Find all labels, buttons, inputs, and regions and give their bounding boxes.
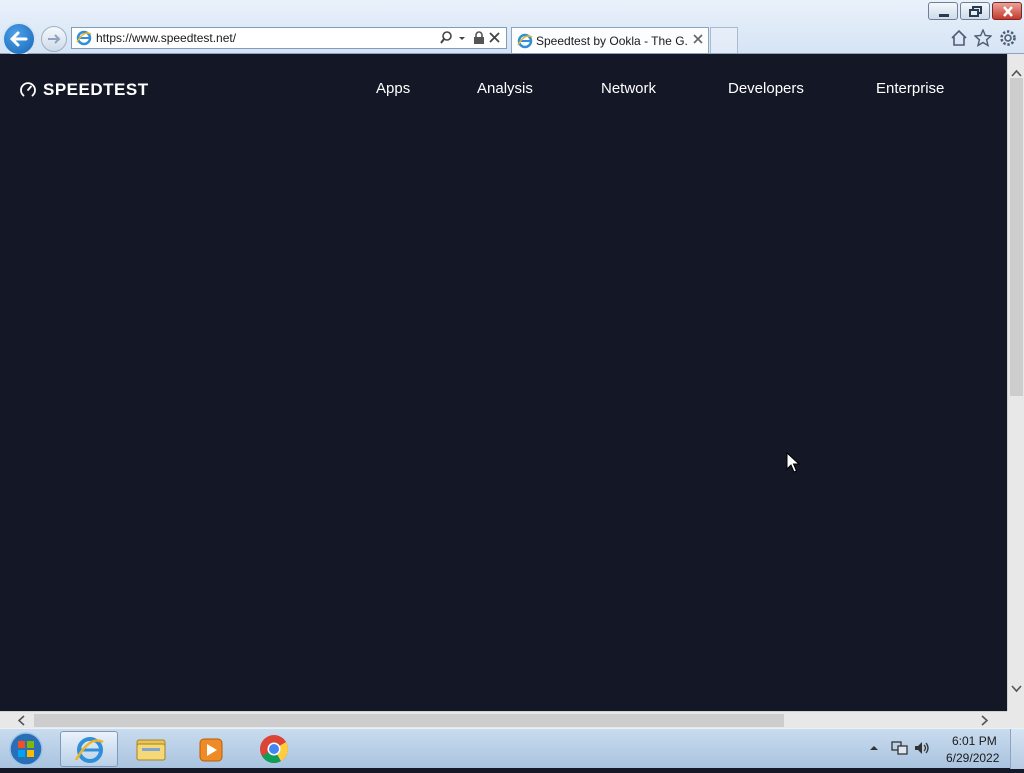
start-button[interactable] <box>6 731 46 767</box>
restore-button[interactable] <box>960 2 990 20</box>
vertical-scrollbar[interactable] <box>1007 54 1024 711</box>
scroll-left-icon[interactable] <box>16 715 26 726</box>
dropdown-icon[interactable] <box>457 30 467 46</box>
close-tab-icon[interactable] <box>692 33 704 45</box>
clock-time[interactable]: 6:01 PM <box>952 734 997 748</box>
media-player-icon <box>199 738 223 762</box>
network-icon[interactable] <box>890 739 908 757</box>
scroll-up-icon[interactable] <box>1011 68 1022 78</box>
favorites-star-icon[interactable] <box>974 29 992 47</box>
ie-logo-icon <box>517 33 533 49</box>
forward-arrow-icon <box>48 34 61 44</box>
show-desktop-button[interactable] <box>1010 729 1024 769</box>
address-url[interactable]: https://www.speedtest.net/ <box>96 31 236 45</box>
nav-analysis[interactable]: Analysis <box>477 80 533 97</box>
gear-icon[interactable] <box>999 29 1017 47</box>
back-button[interactable] <box>2 22 36 56</box>
scroll-right-icon[interactable] <box>980 715 990 726</box>
close-window-button[interactable] <box>992 2 1022 20</box>
home-icon[interactable] <box>950 29 968 47</box>
speedometer-icon <box>20 82 36 97</box>
forward-button[interactable] <box>41 26 67 52</box>
chrome-icon <box>260 735 288 763</box>
windows-start-orb-icon <box>9 732 43 766</box>
scroll-down-icon[interactable] <box>1011 684 1022 694</box>
minimize-icon <box>939 14 949 17</box>
tray-expand-icon[interactable] <box>869 743 879 753</box>
page-viewport: SPEEDTEST Apps Analysis Network Develope… <box>0 54 1007 711</box>
scrollbar-corner <box>1007 711 1024 728</box>
nav-network[interactable]: Network <box>601 80 656 97</box>
taskbar-windows-explorer[interactable] <box>122 731 180 767</box>
logo-text: SPEEDTEST <box>43 80 149 99</box>
vertical-scroll-thumb[interactable] <box>1010 78 1023 396</box>
volume-icon[interactable] <box>913 739 931 757</box>
ie-logo-icon <box>76 30 92 46</box>
close-icon <box>1003 6 1013 17</box>
taskbar-media-player[interactable] <box>182 731 240 767</box>
nav-enterprise[interactable]: Enterprise <box>876 80 944 97</box>
taskbar-internet-explorer[interactable] <box>60 731 118 767</box>
speedtest-logo[interactable]: SPEEDTEST <box>19 80 149 100</box>
mouse-cursor-icon <box>786 452 800 473</box>
new-tab-button[interactable] <box>710 27 738 53</box>
taskbar: 6:01 PM 6/29/2022 <box>0 728 1024 769</box>
nav-developers[interactable]: Developers <box>728 80 804 97</box>
horizontal-scrollbar[interactable] <box>0 711 1007 728</box>
address-bar[interactable]: https://www.speedtest.net/ <box>71 27 507 49</box>
clock-date[interactable]: 6/29/2022 <box>946 751 999 765</box>
browser-chrome: https://www.speedtest.net/ Speedtest by … <box>0 0 1024 56</box>
window-controls <box>928 2 1022 20</box>
nav-apps[interactable]: Apps <box>376 80 410 97</box>
tab-speedtest[interactable]: Speedtest by Ookla - The G... <box>511 27 709 53</box>
lock-icon[interactable] <box>472 30 486 46</box>
stop-icon[interactable] <box>488 30 502 46</box>
ie-logo-icon <box>74 737 104 763</box>
restore-icon <box>969 6 982 17</box>
back-arrow-icon <box>9 31 28 47</box>
minimize-button[interactable] <box>928 2 958 20</box>
folder-icon <box>136 739 166 761</box>
search-icon[interactable] <box>440 30 456 46</box>
taskbar-chrome[interactable] <box>245 731 303 767</box>
horizontal-scroll-thumb[interactable] <box>34 714 784 727</box>
tab-title: Speedtest by Ookla - The G... <box>536 34 688 48</box>
